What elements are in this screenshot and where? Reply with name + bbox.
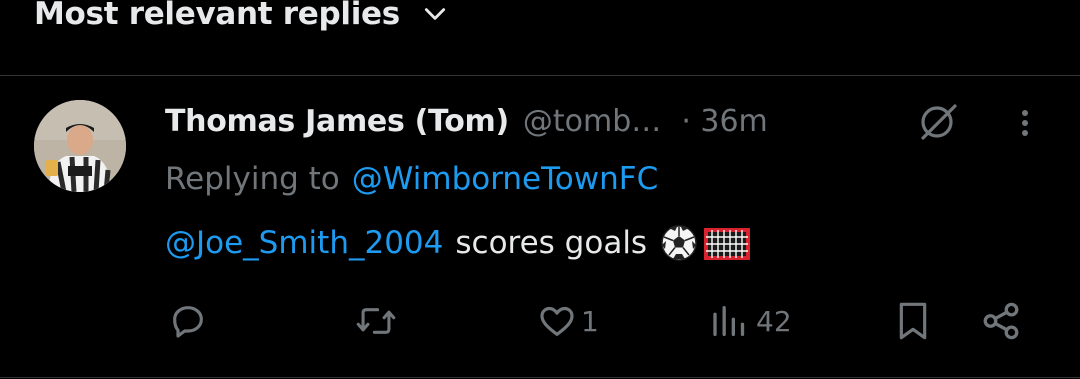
share-icon xyxy=(980,300,1022,342)
like-button[interactable]: 1 xyxy=(537,294,599,348)
chevron-down-icon xyxy=(422,1,448,27)
timestamp[interactable]: · 36m xyxy=(681,104,767,139)
heart-icon xyxy=(537,301,577,341)
views-count: 42 xyxy=(756,304,792,338)
reply-button[interactable] xyxy=(168,294,216,348)
goal-net-icon xyxy=(703,223,751,263)
repost-button[interactable] xyxy=(355,294,405,348)
reply-header: Thomas James (Tom) @tomb… · 36m xyxy=(165,97,768,145)
sort-label: Most relevant replies xyxy=(34,0,400,32)
replying-prefix: Replying to xyxy=(165,161,340,197)
reply-icon xyxy=(168,301,208,341)
repost-icon xyxy=(355,301,397,341)
more-options-icon[interactable] xyxy=(1010,103,1040,143)
bookmark-icon xyxy=(893,299,933,343)
author-display-name[interactable]: Thomas James (Tom) xyxy=(165,104,509,139)
sort-replies-button[interactable]: Most relevant replies xyxy=(34,0,448,38)
bookmark-button[interactable] xyxy=(893,294,933,348)
views-chart-icon xyxy=(710,301,750,341)
soccer-ball-icon xyxy=(659,223,699,263)
views-button[interactable]: 42 xyxy=(710,294,792,348)
text-body: scores goals xyxy=(455,225,648,261)
action-bar: 1 42 xyxy=(0,294,1080,348)
divider xyxy=(0,377,1080,378)
share-button[interactable] xyxy=(980,294,1022,348)
reply-text: @Joe_Smith_2004 scores goals xyxy=(165,218,751,268)
divider xyxy=(0,75,1080,76)
grok-icon[interactable] xyxy=(915,100,963,142)
author-handle[interactable]: @tomb… xyxy=(523,104,661,139)
replying-to-line: Replying to @WimborneTownFC xyxy=(165,155,658,203)
like-count: 1 xyxy=(581,304,599,338)
replying-to-mention[interactable]: @WimborneTownFC xyxy=(352,161,658,197)
avatar[interactable] xyxy=(34,100,126,192)
text-mention[interactable]: @Joe_Smith_2004 xyxy=(165,225,443,261)
